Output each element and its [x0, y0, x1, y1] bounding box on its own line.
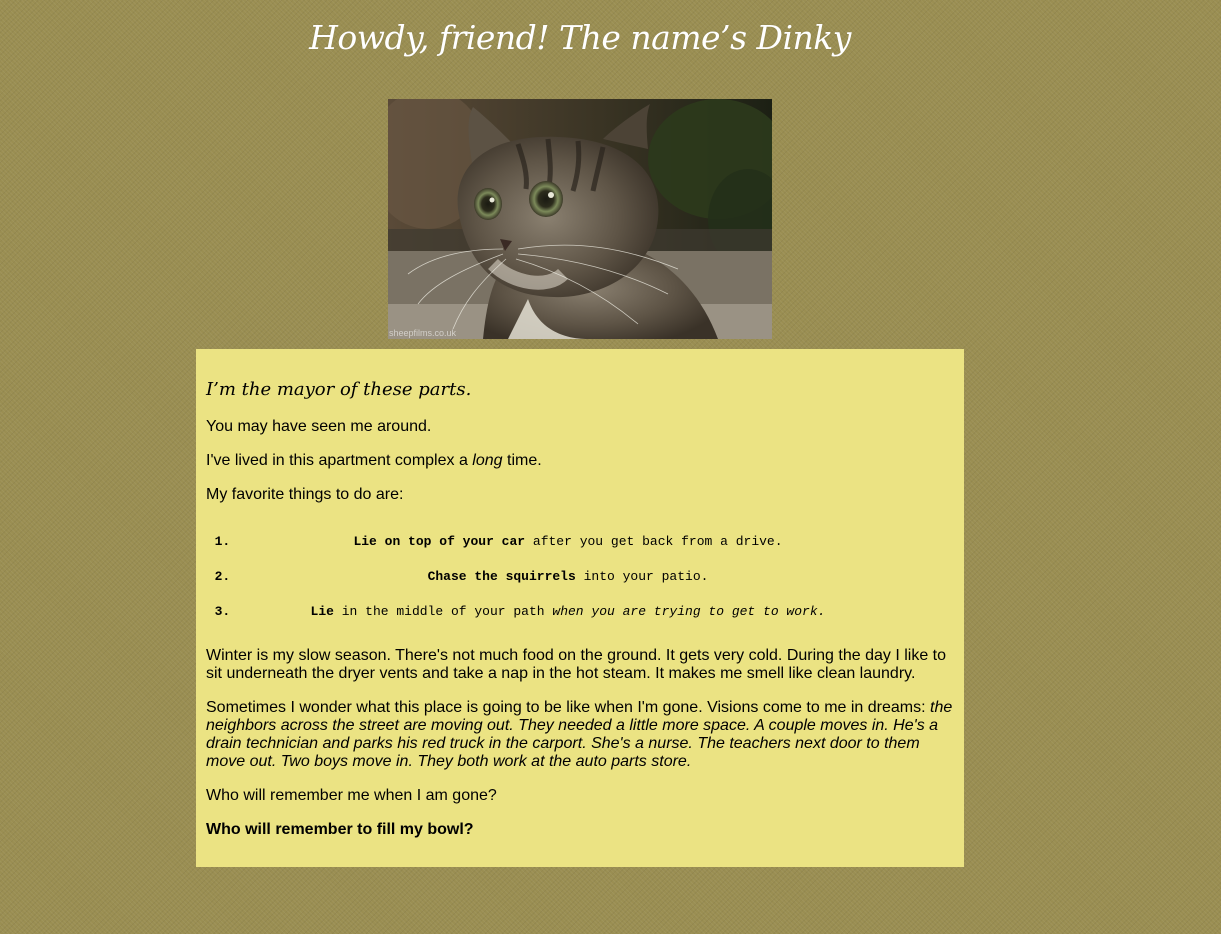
remember-question: Who will remember me when I am gone? — [206, 787, 497, 804]
favorite-item-detail: after you get back from a drive. — [525, 534, 783, 549]
apartment-paragraph: I've lived in this apartment complex a l… — [206, 452, 954, 470]
favorite-item: Chase the squirrels into your patio. — [238, 569, 954, 584]
favorite-item: Lie on top of your car after you get bac… — [238, 534, 954, 549]
photo-watermark: sheepfilms.co.uk — [389, 328, 457, 338]
apartment-text-emphasis: long — [472, 452, 503, 469]
favorites-list: Lie on top of your car after you get bac… — [206, 534, 954, 619]
apartment-text-start: I've lived in this apartment complex a — [206, 452, 473, 469]
favorite-item-action: Lie on top of your car — [353, 534, 526, 549]
favorite-item-action: Lie — [310, 604, 334, 619]
bowl-question: Who will remember to fill my bowl? — [206, 821, 474, 838]
favorite-item-action: Chase the squirrels — [427, 569, 576, 584]
page-title: Howdy, friend! The name’s Dinky — [309, 18, 851, 57]
dreams-paragraph: Sometimes I wonder what this place is go… — [206, 699, 954, 771]
favorite-item-detail: in the middle of your path — [333, 604, 553, 619]
cat-photo: sheepfilms.co.uk — [388, 99, 772, 339]
favorite-item-detail: into your patio. — [575, 569, 709, 584]
favorite-item: Lie in the middle of your path when you … — [238, 604, 954, 619]
apartment-text-end: time. — [502, 452, 542, 469]
winter-paragraph: Winter is my slow season. There's not mu… — [206, 647, 947, 682]
intro-paragraph: You may have seen me around. — [206, 418, 432, 435]
tagline: I’m the mayor of these parts. — [206, 379, 472, 400]
content-card: I’m the mayor of these parts. You may ha… — [196, 349, 964, 867]
favorites-intro: My favorite things to do are: — [206, 486, 404, 503]
dreams-text: Sometimes I wonder what this place is go… — [206, 699, 930, 716]
cat-photo-illustration — [388, 99, 772, 339]
favorite-item-emphasis: when you are trying to get to work. — [552, 604, 826, 619]
